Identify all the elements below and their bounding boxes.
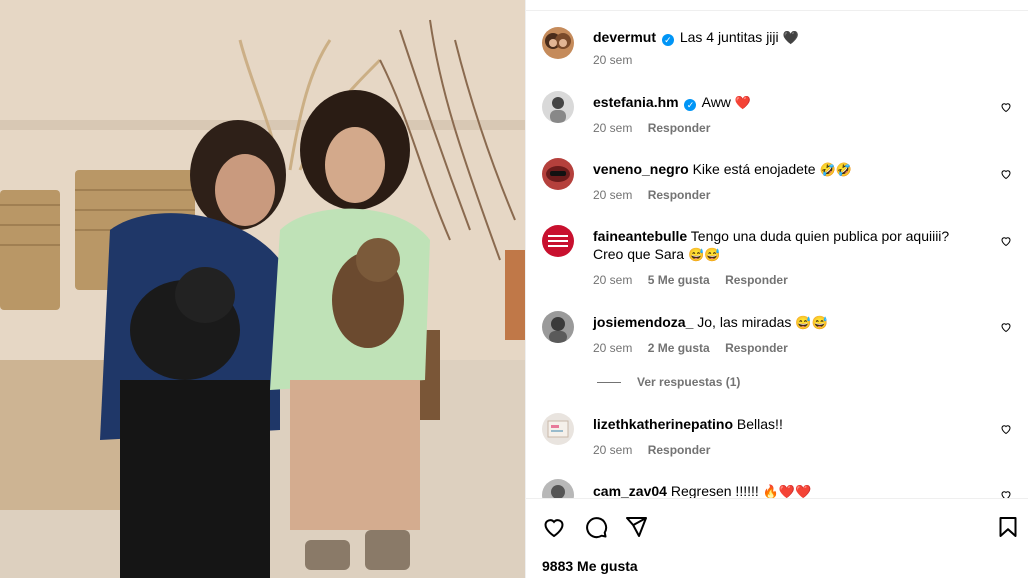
- photo-illustration: [0, 0, 525, 578]
- verified-icon: ✓: [684, 99, 697, 111]
- like-comment-heart-icon[interactable]: [1000, 101, 1012, 113]
- divider: [597, 382, 621, 384]
- comment-username[interactable]: estefania.hm: [593, 94, 679, 110]
- comment-item: faineantebulle Tengo una duda quien publ…: [542, 225, 1022, 289]
- post-action-bar: 9883 Me gusta: [526, 498, 1028, 579]
- comment-text: Regresen !!!!!!: [670, 483, 759, 498]
- comment-item: veneno_negro Kike está enojadete 🤣🤣 20 s…: [542, 158, 1022, 208]
- like-comment-heart-icon[interactable]: [1000, 423, 1012, 435]
- comment-username[interactable]: veneno_negro: [593, 161, 689, 177]
- reply-button[interactable]: Responder: [648, 121, 711, 135]
- like-comment-heart-icon[interactable]: [1000, 168, 1012, 180]
- commenter-avatar[interactable]: [542, 158, 574, 190]
- author-avatar[interactable]: [542, 27, 574, 59]
- reply-button[interactable]: Responder: [648, 188, 711, 202]
- like-comment-heart-icon[interactable]: [1000, 489, 1012, 498]
- comment-icon[interactable]: [584, 515, 608, 539]
- view-replies-label: Ver respuestas (1): [637, 375, 741, 389]
- comment-text: Kike está enojadete: [692, 161, 816, 177]
- comment-item: estefania.hm ✓ Aww ❤️ 20 sem Responder: [542, 91, 1022, 141]
- verified-icon: ✓: [661, 34, 674, 46]
- comment-emoji: 😅😅: [795, 315, 828, 330]
- comment-time[interactable]: 20 sem: [593, 121, 632, 135]
- like-comment-heart-icon[interactable]: [1000, 235, 1012, 247]
- comment-text: Bellas!!: [736, 416, 783, 432]
- caption-text: Las 4 juntitas jiji: [679, 29, 779, 45]
- comments-list[interactable]: devermut ✓ Las 4 juntitas jiji 🖤 20 sem …: [526, 11, 1028, 498]
- view-replies-button[interactable]: Ver respuestas (1): [597, 375, 740, 389]
- comment-item: cam_zav04 Regresen !!!!!! 🔥❤️❤️: [542, 479, 1022, 498]
- post-caption: devermut ✓ Las 4 juntitas jiji 🖤 20 sem: [542, 27, 1022, 77]
- commenter-avatar[interactable]: [542, 311, 574, 343]
- reply-button[interactable]: Responder: [648, 443, 711, 457]
- comment-time[interactable]: 20 sem: [593, 443, 632, 457]
- caption-emoji: 🖤: [782, 30, 799, 45]
- comment-username[interactable]: cam_zav04: [593, 483, 667, 498]
- comment-likes[interactable]: 5 Me gusta: [648, 273, 710, 287]
- comment-time[interactable]: 20 sem: [593, 341, 632, 355]
- reply-button[interactable]: Responder: [725, 273, 788, 287]
- reply-button[interactable]: Responder: [725, 341, 788, 355]
- author-username[interactable]: devermut: [593, 29, 656, 45]
- save-bookmark-icon[interactable]: [996, 515, 1020, 539]
- comment-emoji: ❤️: [734, 95, 751, 110]
- caption-time[interactable]: 20 sem: [593, 53, 632, 67]
- commenter-avatar[interactable]: [542, 479, 574, 498]
- comment-emoji: 😅😅: [687, 247, 721, 262]
- comment-emoji: 🤣🤣: [819, 162, 852, 177]
- comment-text: Aww: [701, 94, 731, 110]
- like-comment-heart-icon[interactable]: [1000, 321, 1012, 333]
- commenter-avatar[interactable]: [542, 91, 574, 123]
- share-icon[interactable]: [624, 515, 648, 539]
- comments-panel: devermut ✓ Las 4 juntitas jiji 🖤 20 sem …: [525, 0, 1028, 579]
- commenter-avatar[interactable]: [542, 225, 574, 257]
- comment-username[interactable]: josiemendoza_: [593, 314, 693, 330]
- comment-time[interactable]: 20 sem: [593, 188, 632, 202]
- comment-time[interactable]: 20 sem: [593, 273, 632, 287]
- comment-emoji: 🔥❤️❤️: [762, 484, 812, 498]
- comment-username[interactable]: faineantebulle: [593, 228, 687, 244]
- commenter-avatar[interactable]: [542, 413, 574, 445]
- likes-count[interactable]: 9883 Me gusta: [542, 558, 638, 574]
- comment-username[interactable]: lizethkatherinepatino: [593, 416, 733, 432]
- comment-item: lizethkatherinepatino Bellas!! 20 sem Re…: [542, 413, 1022, 463]
- comment-item: josiemendoza_ Jo, las miradas 😅😅 20 sem …: [542, 311, 1022, 361]
- comment-likes[interactable]: 2 Me gusta: [648, 341, 710, 355]
- post-photo[interactable]: [0, 0, 525, 578]
- comment-text: Jo, las miradas: [697, 314, 792, 330]
- like-heart-icon[interactable]: [542, 515, 566, 539]
